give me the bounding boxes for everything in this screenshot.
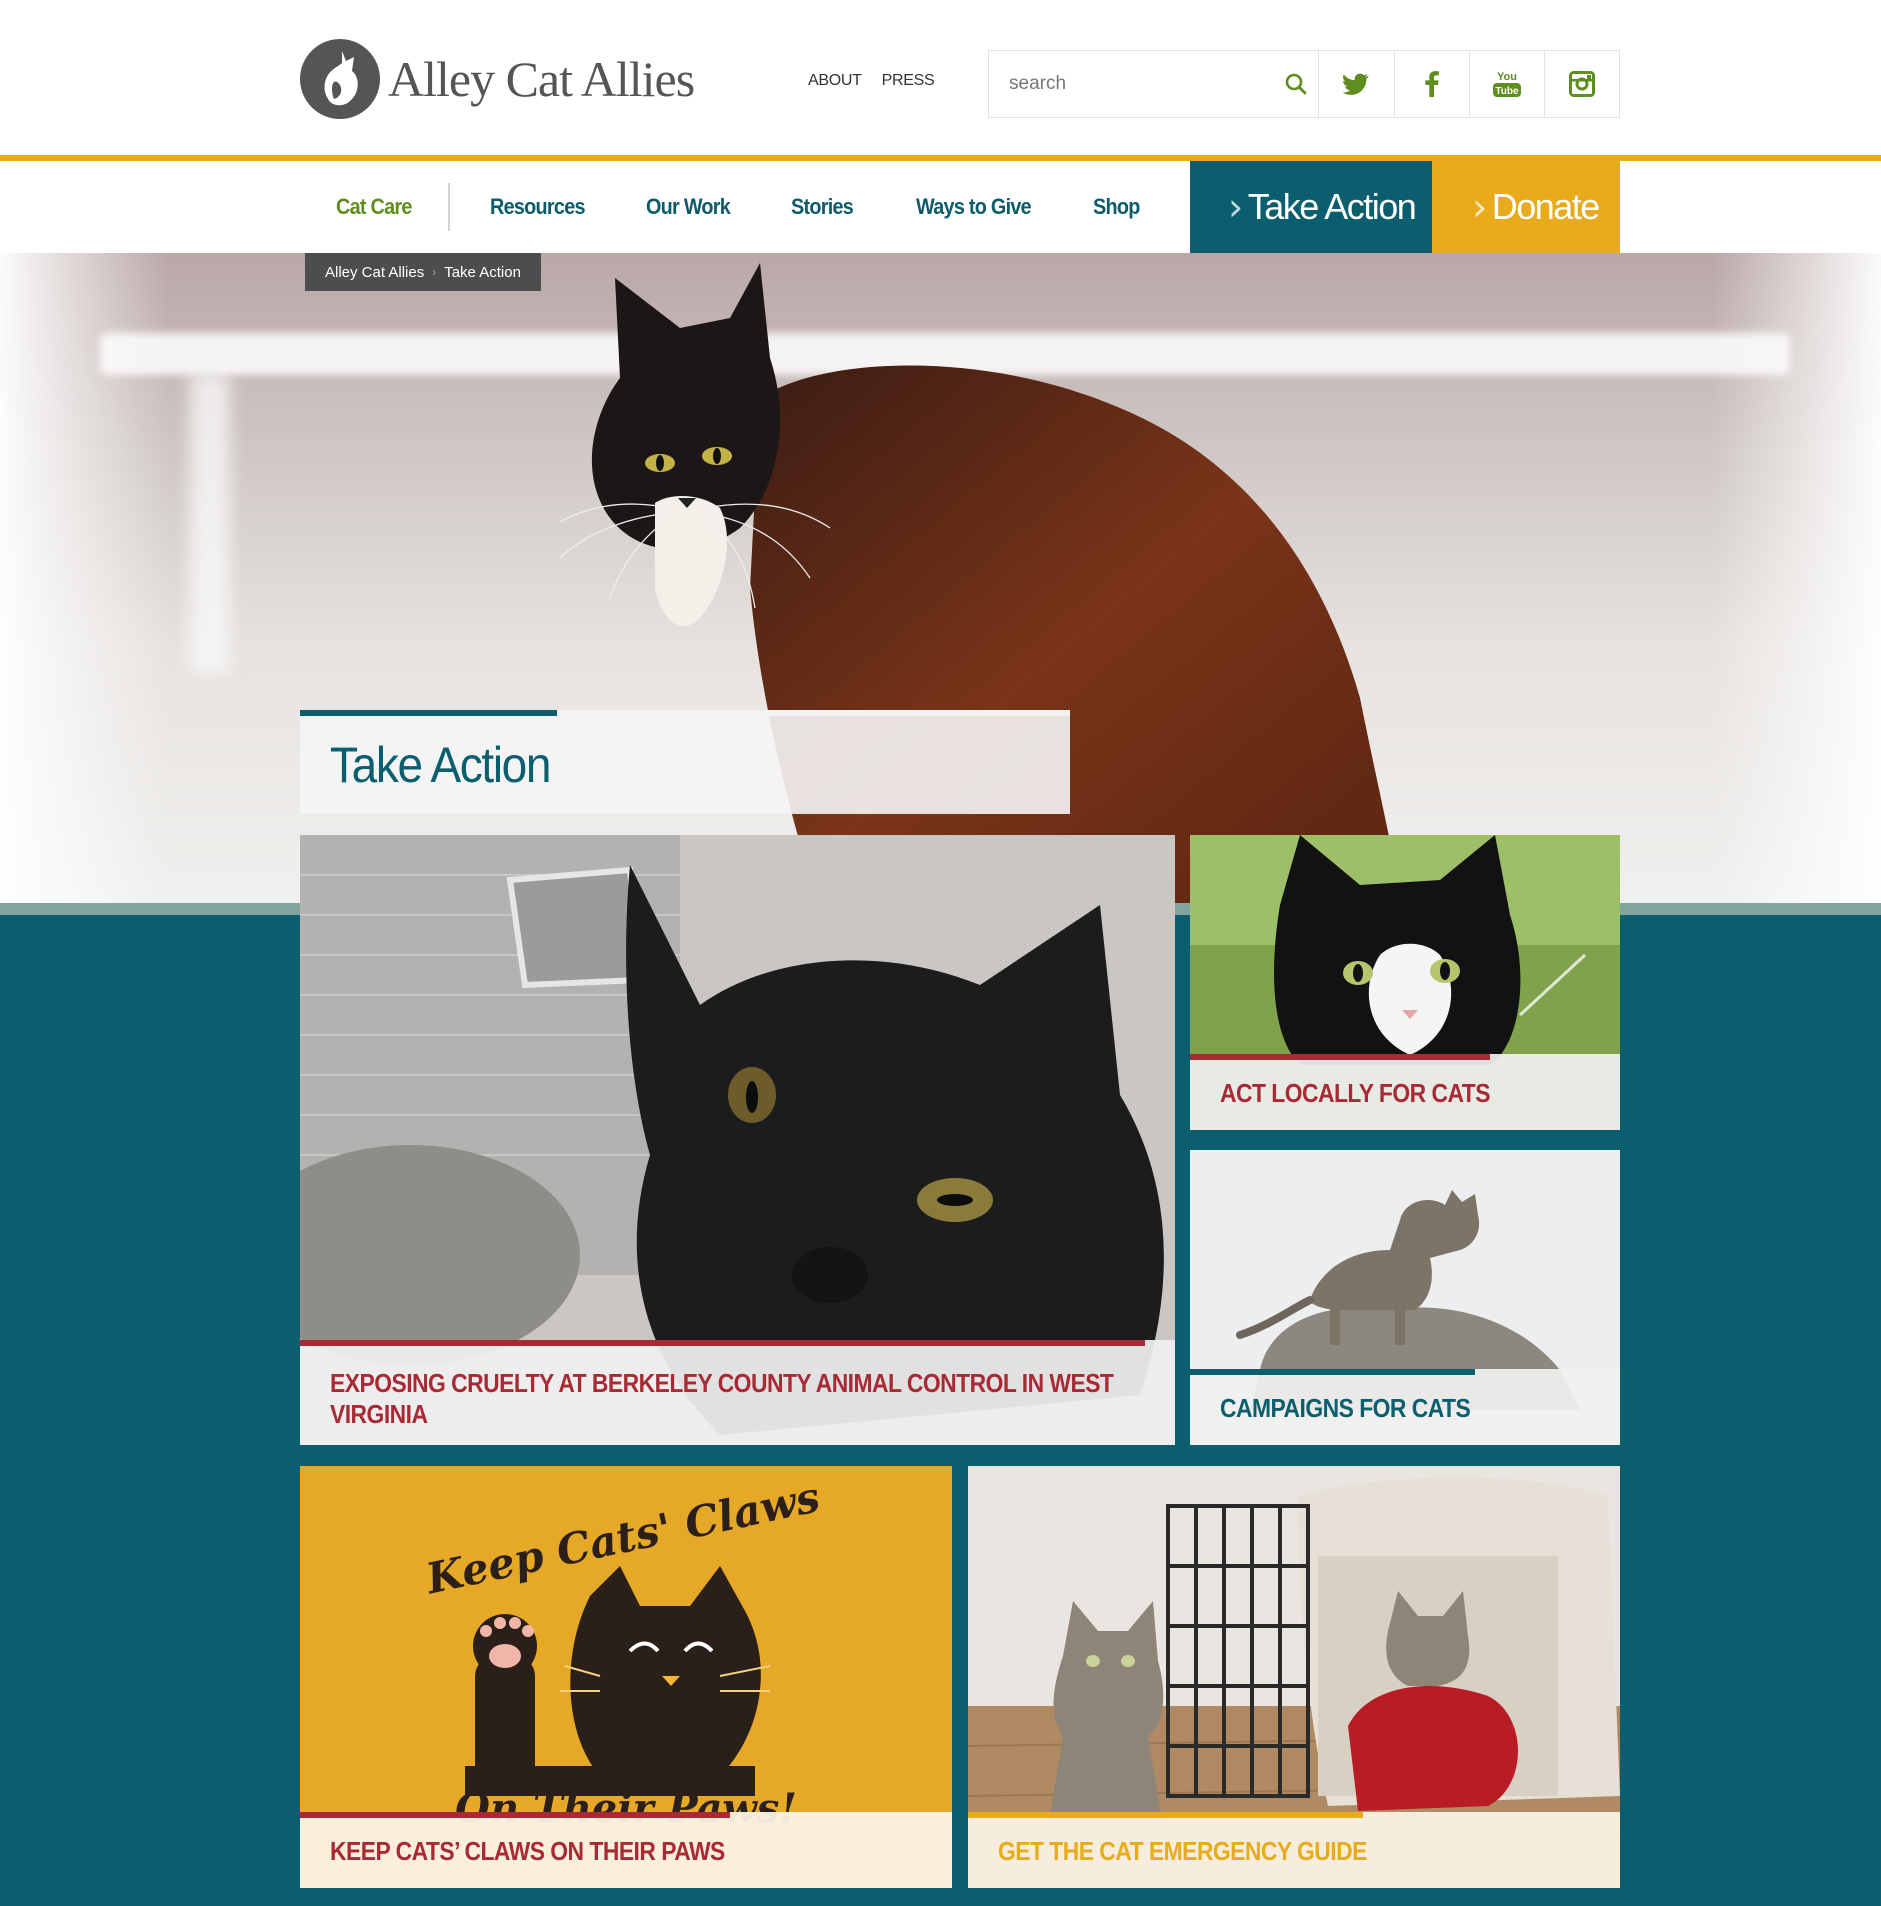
card-emergency-guide[interactable]: GET THE CAT EMERGENCY GUIDE — [968, 1466, 1620, 1888]
breadcrumb: Alley Cat Allies › Take Action — [305, 253, 541, 291]
press-link[interactable]: PRESS — [882, 72, 935, 90]
card-act-locally[interactable]: ACT LOCALLY FOR CATS — [1190, 835, 1620, 1130]
card-caption: GET THE CAT EMERGENCY GUIDE — [968, 1812, 1620, 1888]
breadcrumb-home[interactable]: Alley Cat Allies — [325, 264, 424, 281]
nav-divider — [448, 183, 450, 231]
nav-ways-to-give[interactable]: Ways to Give — [916, 161, 1032, 253]
cat-logo-icon — [300, 39, 380, 119]
card-caption: CAMPAIGNS FOR CATS — [1190, 1369, 1620, 1445]
card-campaigns[interactable]: CAMPAIGNS FOR CATS — [1190, 1150, 1620, 1445]
instagram-link[interactable] — [1543, 51, 1619, 117]
take-action-label: Take Action — [1247, 186, 1417, 227]
page-title-panel: Take Action — [300, 710, 1070, 814]
svg-text:You: You — [1497, 71, 1517, 83]
card-title: EXPOSING CRUELTY AT BERKELEY COUNTY ANIM… — [330, 1368, 1114, 1429]
facebook-link[interactable] — [1393, 51, 1469, 117]
card-berkeley-cruelty[interactable]: EXPOSING CRUELTY AT BERKELEY COUNTY ANIM… — [300, 835, 1175, 1445]
title-accent-bar — [300, 710, 557, 716]
site-logo[interactable]: Alley Cat Allies — [298, 36, 695, 122]
caption-accent-bar — [300, 1812, 730, 1818]
logo-wordmark: Alley Cat Allies — [388, 51, 695, 107]
nav-our-work[interactable]: Our Work — [646, 161, 731, 253]
breadcrumb-current: Take Action — [444, 263, 521, 281]
donate-label: Donate — [1491, 186, 1601, 227]
chevron-right-icon: › — [1472, 185, 1487, 229]
caption-accent-bar — [300, 1340, 1145, 1346]
nav-shop[interactable]: Shop — [1093, 161, 1140, 253]
nav-resources[interactable]: Resources — [490, 161, 586, 253]
title-accent-bar-light — [557, 710, 1070, 716]
top-links: ABOUT PRESS — [808, 72, 935, 90]
about-link[interactable]: ABOUT — [808, 72, 862, 90]
svg-text:Tube: Tube — [1495, 86, 1519, 97]
youtube-link[interactable]: You Tube — [1468, 51, 1544, 117]
card-caption: ACT LOCALLY FOR CATS — [1190, 1054, 1620, 1130]
card-title: CAMPAIGNS FOR CATS — [1220, 1393, 1471, 1423]
donate-button[interactable]: › Donate — [1432, 161, 1620, 253]
nav-cat-care[interactable]: Cat Care — [336, 161, 412, 253]
search-and-social: You Tube — [988, 50, 1620, 118]
chevron-right-icon: › — [1228, 185, 1243, 229]
search-button[interactable] — [1273, 51, 1318, 117]
main-nav: Cat Care Resources Our Work Stories Ways… — [0, 161, 1881, 253]
twitter-icon — [1343, 73, 1370, 95]
caption-accent-bar — [1190, 1369, 1475, 1375]
card-title: ACT LOCALLY FOR CATS — [1220, 1078, 1490, 1108]
search-input[interactable] — [989, 51, 1273, 117]
card-title: GET THE CAT EMERGENCY GUIDE — [998, 1836, 1367, 1866]
card-title: KEEP CATS’ CLAWS ON THEIR PAWS — [330, 1836, 725, 1866]
page-title: Take Action — [330, 737, 551, 793]
caption-accent-bar — [1190, 1054, 1490, 1060]
nav-stories[interactable]: Stories — [791, 161, 854, 253]
caption-accent-bar — [968, 1812, 1363, 1818]
card-caption: KEEP CATS’ CLAWS ON THEIR PAWS — [300, 1812, 952, 1888]
card-caption: EXPOSING CRUELTY AT BERKELEY COUNTY ANIM… — [300, 1340, 1175, 1445]
facebook-icon — [1424, 71, 1439, 97]
take-action-button[interactable]: › Take Action — [1190, 161, 1432, 253]
youtube-icon: You Tube — [1492, 71, 1521, 97]
site-header: Alley Cat Allies ABOUT PRESS You — [0, 0, 1881, 157]
search-icon — [1285, 73, 1307, 95]
breadcrumb-separator-icon: › — [432, 265, 437, 279]
instagram-icon — [1568, 71, 1595, 97]
card-keep-claws[interactable]: Keep Cats' Claws On Their Paws! KEEP CAT… — [300, 1466, 952, 1888]
twitter-link[interactable] — [1318, 51, 1393, 117]
